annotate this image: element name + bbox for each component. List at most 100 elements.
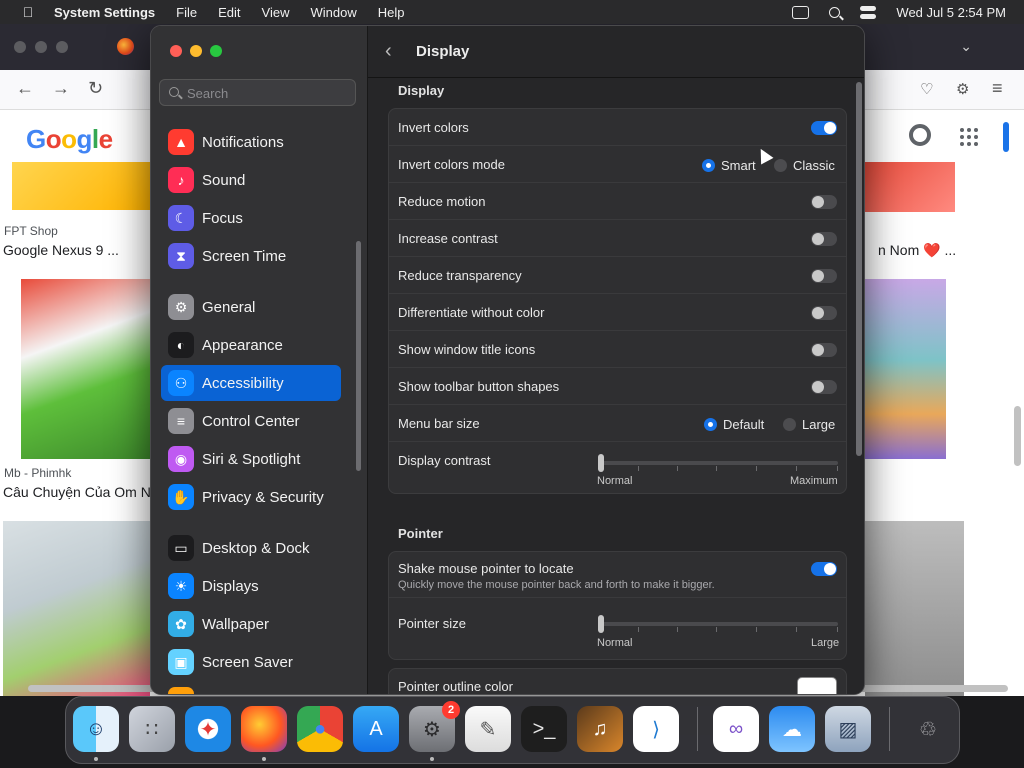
sign-in-button-edge[interactable] [1003, 122, 1009, 152]
menu-window[interactable]: Window [310, 5, 356, 20]
hamburger-menu-icon[interactable]: ≡ [992, 78, 1003, 99]
settings-gear-icon[interactable] [909, 124, 931, 146]
sidebar-item-accessibility[interactable]: ⚇ Accessibility [161, 365, 341, 401]
radio-label: Smart [721, 158, 756, 173]
sidebar-item-general[interactable]: ⚙ General [161, 289, 341, 325]
back-chevron-icon[interactable]: ‹ [385, 40, 392, 63]
menu-edit[interactable]: Edit [218, 5, 240, 20]
result-thumbnail[interactable] [12, 162, 150, 210]
sidebar-item-focus[interactable]: ☾ Focus [161, 200, 341, 236]
launchpad-icon[interactable]: ∷ [129, 706, 175, 752]
menu-app-name[interactable]: System Settings [54, 5, 155, 20]
back-arrow-icon[interactable]: ← [16, 78, 34, 99]
terminal-icon[interactable]: >_ [521, 706, 567, 752]
sidebar-item-screen-time[interactable]: ⧗ Screen Time [161, 238, 341, 274]
radio-large[interactable]: Large [783, 417, 835, 432]
textedit-icon[interactable]: ✎ [465, 706, 511, 752]
reload-icon[interactable]: ↻ [88, 78, 103, 99]
weather-icon[interactable]: ☁ [769, 706, 815, 752]
sidebar-item-label: Energy Saver [202, 692, 293, 695]
pointer-size-slider[interactable] [598, 615, 838, 633]
slider-knob[interactable] [598, 454, 604, 472]
search-input[interactable] [187, 84, 347, 102]
chevron-down-icon[interactable]: ⌄ [960, 38, 972, 55]
sidebar-item-notifications[interactable]: ▲ Notifications [161, 124, 341, 160]
sidebar-item-privacy-security[interactable]: ✋ Privacy & Security [161, 479, 341, 515]
sidebar-item-control-center[interactable]: ≡ Control Center [161, 403, 341, 439]
invert-colors-toggle[interactable] [811, 121, 837, 135]
differentiate-toggle[interactable] [811, 306, 837, 320]
settings-icon[interactable]: ⚙ 2 [409, 701, 460, 752]
reduce-transparency-toggle[interactable] [811, 269, 837, 283]
result-thumbnail[interactable] [21, 279, 150, 459]
result-thumbnail[interactable] [3, 521, 150, 696]
result-thumbnail[interactable] [865, 521, 964, 696]
apple-icon[interactable]:  [20, 4, 36, 20]
firefox-icon[interactable] [241, 706, 287, 752]
result-thumbnail[interactable] [865, 279, 946, 459]
zoom-button[interactable] [210, 45, 222, 57]
sidebar-item-wallpaper[interactable]: ✿ Wallpaper [161, 606, 341, 642]
slider-knob[interactable] [598, 615, 604, 633]
safari-icon[interactable]: ✦ [185, 706, 231, 752]
firefox-tab-icon[interactable] [117, 38, 134, 55]
result-title[interactable]: Google Nexus 9 ... [3, 242, 119, 258]
battery-icon: ▮ [168, 687, 194, 694]
shake-pointer-toggle[interactable] [811, 562, 837, 576]
forward-arrow-icon[interactable]: → [52, 78, 70, 99]
spotlight-icon[interactable] [829, 6, 841, 18]
result-thumbnail[interactable] [865, 162, 955, 212]
sidebar-item-energy-saver[interactable]: ▮ Energy Saver [161, 682, 341, 695]
siri-icon: ◉ [168, 446, 194, 472]
sidebar-item-sound[interactable]: ♪ Sound [161, 162, 341, 198]
row-label: Show window title icons [398, 342, 536, 357]
running-indicator [430, 757, 434, 761]
title-icons-toggle[interactable] [811, 343, 837, 357]
sidebar-item-siri-spotlight[interactable]: ◉ Siri & Spotlight [161, 441, 341, 477]
screen-mirroring-icon[interactable] [792, 5, 810, 19]
row-label: Display contrast [398, 453, 491, 468]
menu-clock[interactable]: Wed Jul 5 2:54 PM [896, 5, 1006, 20]
pocket-icon[interactable]: ♡ [920, 80, 933, 98]
row-label: Pointer outline color [398, 679, 513, 694]
switches-icon: ≡ [168, 408, 194, 434]
menu-file[interactable]: File [176, 5, 197, 20]
sidebar-item-desktop-dock[interactable]: ▭ Desktop & Dock [161, 530, 341, 566]
reduce-motion-toggle[interactable] [811, 195, 837, 209]
menu-view[interactable]: View [262, 5, 290, 20]
guitar-icon[interactable]: ♫ [577, 706, 623, 752]
result-title[interactable]: n Nom ❤️ ... [878, 242, 956, 259]
radio-default[interactable]: Default [704, 417, 764, 432]
page-scrollbar[interactable] [1014, 406, 1021, 466]
radio-dot [783, 418, 796, 431]
sidebar-item-appearance[interactable]: ◐ Appearance [161, 327, 341, 363]
control-center-icon[interactable] [860, 5, 877, 19]
toolbar-shapes-toggle[interactable] [811, 380, 837, 394]
slider-tick [677, 627, 678, 632]
main-scrollbar[interactable] [856, 82, 862, 456]
finder-icon[interactable]: ☺ [73, 706, 119, 752]
minimize-button[interactable] [190, 45, 202, 57]
radio-classic[interactable]: Classic [774, 158, 835, 173]
trash-icon[interactable]: ♲ [905, 706, 951, 752]
sidebar-item-screen-saver[interactable]: ▣ Screen Saver [161, 644, 341, 680]
visualstudio-icon[interactable]: ∞ [713, 706, 759, 752]
close-button[interactable] [170, 45, 182, 57]
google-logo[interactable]: Google [26, 124, 113, 155]
increase-contrast-toggle[interactable] [811, 232, 837, 246]
sidebar-item-label: Desktop & Dock [202, 539, 310, 557]
radio-smart[interactable]: Smart [702, 158, 756, 173]
pointer-outline-color-swatch[interactable] [797, 677, 837, 694]
chrome-icon[interactable]: ● [297, 706, 343, 752]
menu-help[interactable]: Help [378, 5, 405, 20]
preview-icon[interactable]: ▨ [825, 706, 871, 752]
apps-grid-icon[interactable] [960, 128, 978, 146]
extensions-icon[interactable]: ⚙ [956, 80, 969, 98]
appstore-icon[interactable]: A [353, 706, 399, 752]
sidebar-item-displays[interactable]: ☀ Displays [161, 568, 341, 604]
result-title[interactable]: Câu Chuyện Của Om N [3, 484, 150, 500]
display-contrast-slider[interactable] [598, 454, 838, 472]
sun-icon: ☀ [168, 573, 194, 599]
vscode-icon[interactable]: ⟩ [633, 706, 679, 752]
sidebar-scrollbar[interactable] [356, 241, 361, 471]
